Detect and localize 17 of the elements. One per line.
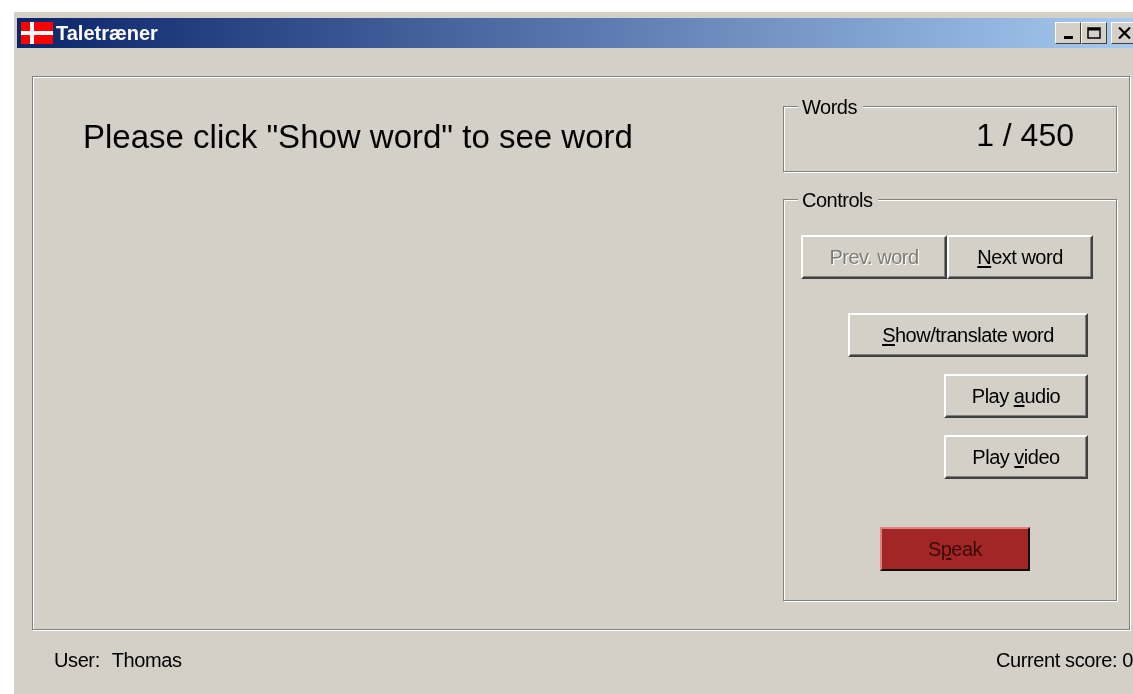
- current-score: Current score: 0: [996, 648, 1133, 672]
- close-button[interactable]: [1111, 22, 1133, 44]
- user-name: Thomas: [111, 648, 182, 672]
- push-button[interactable]: Play video: [944, 435, 1088, 479]
- minimize-button[interactable]: [1055, 22, 1081, 44]
- flag-icon: [21, 22, 53, 44]
- close-icon: [1117, 27, 1131, 39]
- maximize-button[interactable]: [1081, 22, 1107, 44]
- push-button[interactable]: Show/translate word: [848, 313, 1088, 357]
- user-label: User:: [54, 648, 100, 672]
- instruction-text: Please click "Show word" to see word: [83, 117, 634, 157]
- word-counter: 1 / 450: [976, 117, 1074, 155]
- push-button[interactable]: Play audio: [944, 374, 1088, 418]
- maximize-icon: [1087, 27, 1101, 39]
- window-title: Taletræner: [56, 21, 159, 45]
- minimize-icon: [1063, 35, 1073, 39]
- push-button[interactable]: Next word: [947, 235, 1093, 279]
